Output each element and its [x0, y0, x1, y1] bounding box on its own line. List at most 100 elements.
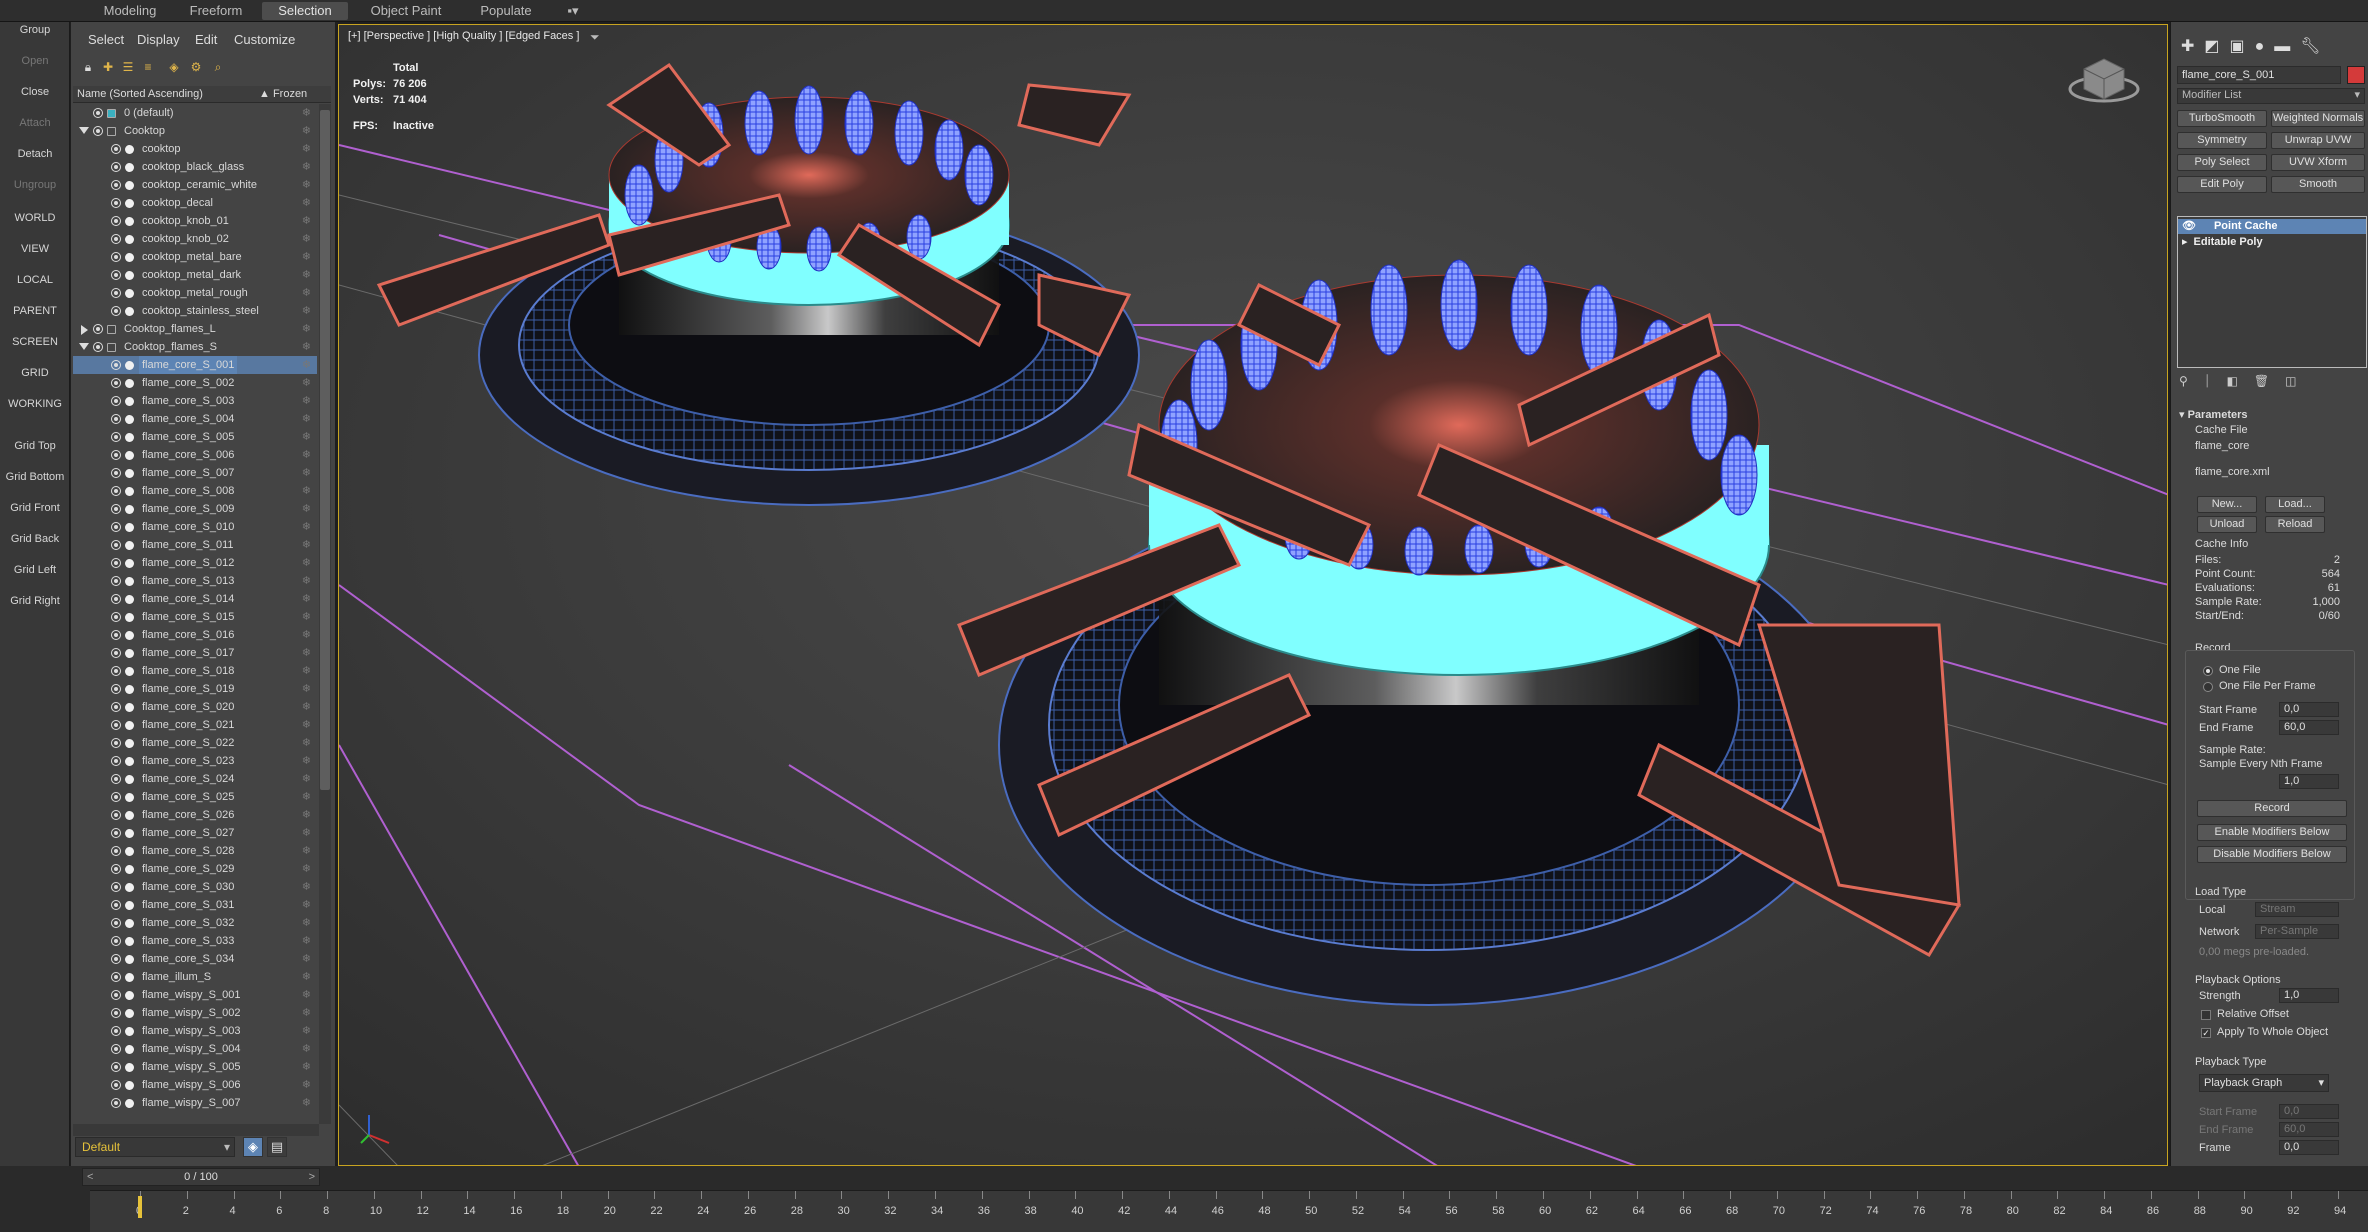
- freeze-icon[interactable]: ❄: [302, 590, 311, 608]
- timeline-track[interactable]: 0246810121416182022242628303234363840424…: [90, 1190, 2368, 1232]
- visibility-eye-icon[interactable]: [111, 1026, 121, 1036]
- freeze-icon[interactable]: ❄: [302, 842, 311, 860]
- visibility-eye-icon[interactable]: [111, 144, 121, 154]
- smooth-button[interactable]: Smooth: [2271, 176, 2365, 193]
- freeze-icon[interactable]: ❄: [302, 680, 311, 698]
- explorer-row[interactable]: flame_wispy_S_003 ❄: [73, 1022, 317, 1040]
- visibility-eye-icon[interactable]: [111, 684, 121, 694]
- disable-modifiers-below-button[interactable]: Disable Modifiers Below: [2197, 846, 2347, 863]
- explorer-row[interactable]: cooktop_ceramic_white ❄: [73, 176, 317, 194]
- close-button[interactable]: Close: [0, 86, 70, 98]
- explorer-row[interactable]: flame_core_S_007 ❄: [73, 464, 317, 482]
- visibility-eye-icon[interactable]: [111, 702, 121, 712]
- viewport-filter-icon[interactable]: ⏷: [590, 30, 600, 45]
- frame-spinner[interactable]: 0,0: [2279, 1140, 2339, 1155]
- visibility-eye-icon[interactable]: [111, 306, 121, 316]
- visibility-eye-icon[interactable]: [111, 1080, 121, 1090]
- freeze-icon[interactable]: ❄: [302, 734, 311, 752]
- freeze-icon[interactable]: ❄: [302, 158, 311, 176]
- time-slider[interactable]: <0 / 100 >: [82, 1168, 320, 1186]
- explorer-row[interactable]: flame_core_S_001 ❄: [73, 356, 317, 374]
- tab-freeform[interactable]: Freeform: [176, 2, 256, 20]
- visibility-eye-icon[interactable]: [111, 216, 121, 226]
- stack-item-point-cache[interactable]: 👁︎ Point Cache: [2178, 219, 2366, 234]
- freeze-icon[interactable]: ❄: [302, 122, 311, 140]
- visibility-eye-icon[interactable]: [111, 828, 121, 838]
- unwrap-uvw-button[interactable]: Unwrap UVW: [2271, 132, 2365, 149]
- freeze-icon[interactable]: ❄: [302, 644, 311, 662]
- freeze-icon[interactable]: ❄: [302, 1076, 311, 1094]
- visibility-eye-icon[interactable]: [111, 1044, 121, 1054]
- menu-select[interactable]: Select: [88, 32, 124, 47]
- visibility-eye-icon[interactable]: [111, 162, 121, 172]
- tab-selection[interactable]: Selection: [262, 2, 348, 20]
- working-button[interactable]: WORKING: [0, 398, 70, 410]
- object-name-field[interactable]: flame_core_S_001: [2177, 66, 2341, 84]
- tab-populate[interactable]: Populate: [462, 2, 550, 20]
- visibility-eye-icon[interactable]: [111, 756, 121, 766]
- explorer-row[interactable]: 0 (default) ❄: [73, 104, 317, 122]
- visibility-eye-icon[interactable]: [111, 396, 121, 406]
- explorer-row[interactable]: cooktop_black_glass ❄: [73, 158, 317, 176]
- explorer-row[interactable]: flame_core_S_011 ❄: [73, 536, 317, 554]
- ungroup-button[interactable]: Ungroup: [0, 179, 70, 191]
- stack-tools[interactable]: ⚲⏐◧🗑︎◫: [2179, 374, 2365, 390]
- visibility-eye-icon[interactable]: [111, 648, 121, 658]
- find-icon[interactable]: ⌕: [211, 60, 225, 74]
- freeze-icon[interactable]: ❄: [302, 284, 311, 302]
- visibility-eye-icon[interactable]: [111, 414, 121, 424]
- load-cache-button[interactable]: Load...: [2265, 496, 2325, 513]
- playback-type-dropdown[interactable]: Playback Graph ▾: [2199, 1074, 2329, 1092]
- network-dropdown[interactable]: Per-Sample: [2255, 924, 2339, 939]
- freeze-icon[interactable]: ❄: [302, 914, 311, 932]
- freeze-icon[interactable]: ❄: [302, 860, 311, 878]
- explorer-row[interactable]: flame_core_S_023 ❄: [73, 752, 317, 770]
- explorer-row[interactable]: cooktop_decal ❄: [73, 194, 317, 212]
- explorer-row[interactable]: flame_core_S_004 ❄: [73, 410, 317, 428]
- turbosmooth-button[interactable]: TurboSmooth: [2177, 110, 2267, 127]
- ribbon-options-icon[interactable]: ▪▾: [558, 2, 588, 20]
- pb-start-spinner[interactable]: 0,0: [2279, 1104, 2339, 1119]
- freeze-icon[interactable]: ❄: [302, 356, 311, 374]
- freeze-icon[interactable]: ❄: [302, 536, 311, 554]
- strength-spinner[interactable]: 1,0: [2279, 988, 2339, 1003]
- freeze-icon[interactable]: ❄: [302, 986, 311, 1004]
- freeze-icon[interactable]: ❄: [302, 626, 311, 644]
- world-button[interactable]: WORLD: [0, 212, 70, 224]
- freeze-icon[interactable]: ❄: [302, 698, 311, 716]
- explorer-row[interactable]: flame_core_S_028 ❄: [73, 842, 317, 860]
- visibility-eye-icon[interactable]: [111, 1098, 121, 1108]
- view-button[interactable]: VIEW: [0, 243, 70, 255]
- freeze-icon[interactable]: ❄: [302, 824, 311, 842]
- visibility-eye-icon[interactable]: [111, 900, 121, 910]
- viewport-label[interactable]: [+] [Perspective ] [High Quality ] [Edge…: [348, 30, 579, 42]
- visibility-eye-icon[interactable]: [111, 738, 121, 748]
- explorer-row[interactable]: flame_core_S_014 ❄: [73, 590, 317, 608]
- explorer-row[interactable]: cooktop_knob_01 ❄: [73, 212, 317, 230]
- layer-dropdown[interactable]: Default ▾: [75, 1137, 235, 1157]
- freeze-icon[interactable]: ❄: [302, 752, 311, 770]
- freeze-icon[interactable]: ❄: [302, 572, 311, 590]
- freeze-icon[interactable]: ❄: [302, 716, 311, 734]
- visibility-eye-icon[interactable]: [111, 288, 121, 298]
- visibility-eye-icon[interactable]: [111, 792, 121, 802]
- explorer-row[interactable]: cooktop_metal_dark ❄: [73, 266, 317, 284]
- screen-button[interactable]: SCREEN: [0, 336, 70, 348]
- menu-customize[interactable]: Customize: [234, 32, 295, 47]
- visibility-eye-icon[interactable]: [111, 864, 121, 874]
- explorer-row[interactable]: flame_core_S_034 ❄: [73, 950, 317, 968]
- start-frame-spinner[interactable]: 0,0: [2279, 702, 2339, 717]
- visibility-eye-icon[interactable]: [111, 810, 121, 820]
- freeze-icon[interactable]: ❄: [302, 1094, 311, 1112]
- symmetry-button[interactable]: Symmetry: [2177, 132, 2267, 149]
- explorer-row[interactable]: flame_core_S_021 ❄: [73, 716, 317, 734]
- grid-button[interactable]: GRID: [0, 367, 70, 379]
- visibility-eye-icon[interactable]: [111, 774, 121, 784]
- explorer-row[interactable]: cooktop_metal_bare ❄: [73, 248, 317, 266]
- record-button[interactable]: Record: [2197, 800, 2347, 817]
- visibility-eye-icon[interactable]: [111, 612, 121, 622]
- filter-objects-icon[interactable]: ✚: [101, 60, 115, 74]
- visibility-eye-icon[interactable]: [111, 270, 121, 280]
- visibility-eye-icon[interactable]: [111, 954, 121, 964]
- weighted-normals-button[interactable]: Weighted Normals: [2271, 110, 2365, 127]
